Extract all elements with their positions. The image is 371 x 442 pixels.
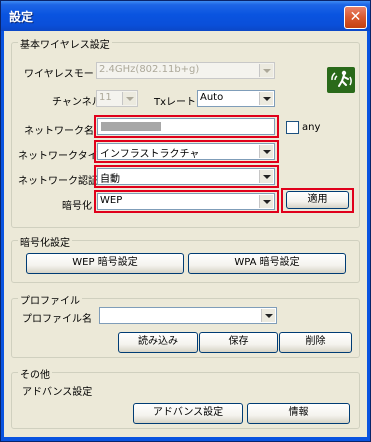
any-label: any (302, 122, 321, 133)
advanced-settings-label: アドバンス設定 (22, 387, 93, 398)
chevron-down-icon (259, 64, 273, 77)
chevron-down-icon (122, 92, 136, 105)
network-type-value: インフラストラクチャ (100, 149, 200, 160)
channel-label: チャンネル (52, 97, 102, 108)
encryption-settings-group: 暗号化設定 WEP 暗号設定 WPA 暗号設定 (11, 234, 360, 283)
close-button[interactable]: ✕ (344, 6, 367, 29)
chevron-down-icon[interactable] (261, 309, 275, 322)
tx-rate-value: Auto (200, 92, 224, 103)
info-button[interactable]: 情報 (247, 403, 350, 424)
load-profile-button[interactable]: 読み込み (118, 332, 198, 353)
network-type-select[interactable]: インフラストラクチャ (97, 143, 275, 160)
profile-group: プロファイル プロファイル名 読み込み 保存 削除 (11, 292, 360, 358)
wpa-settings-button[interactable]: WPA 暗号設定 (188, 253, 346, 274)
network-name-input[interactable] (97, 118, 275, 135)
title-bar[interactable]: 設定 ✕ (1, 1, 370, 31)
channel-select: 11 (96, 90, 138, 107)
network-auth-value: 自動 (100, 174, 120, 185)
basic-wireless-legend: 基本ワイヤレス設定 (18, 36, 112, 51)
settings-window: 設定 ✕ 基本ワイヤレス設定 ワイヤレスモード 2.4GHz(802.11b+g… (0, 0, 371, 442)
network-name-label: ネットワーク名 (24, 126, 94, 137)
encryption-label: 暗号化 (62, 201, 92, 212)
network-name-redacted (101, 122, 161, 131)
wireless-mode-select: 2.4GHz(802.11b+g) (96, 62, 275, 79)
apply-button[interactable]: 適用 (286, 191, 349, 209)
chevron-down-icon[interactable] (259, 145, 273, 158)
window-title: 設定 (9, 10, 34, 24)
channel-value: 11 (99, 92, 112, 103)
network-auth-label: ネットワーク認証 (18, 176, 98, 187)
chevron-down-icon[interactable] (259, 92, 273, 105)
encryption-select[interactable]: WEP (97, 193, 275, 210)
wep-settings-button[interactable]: WEP 暗号設定 (26, 253, 184, 274)
any-checkbox[interactable] (286, 121, 299, 134)
tx-rate-label: Txレート (154, 97, 197, 108)
tx-rate-select[interactable]: Auto (197, 90, 275, 107)
basic-wireless-group: 基本ワイヤレス設定 ワイヤレスモード 2.4GHz(802.11b+g) チャン… (11, 36, 360, 228)
chevron-down-icon[interactable] (259, 195, 273, 208)
chevron-down-icon[interactable] (259, 170, 273, 183)
dialog-client: 基本ワイヤレス設定 ワイヤレスモード 2.4GHz(802.11b+g) チャン… (4, 31, 367, 437)
encryption-settings-legend: 暗号化設定 (18, 234, 72, 249)
other-legend: その他 (18, 366, 52, 381)
other-group: その他 アドバンス設定 アドバンス設定 情報 (11, 366, 360, 429)
profile-legend: プロファイル (18, 292, 82, 307)
close-icon: ✕ (349, 9, 362, 25)
wireless-mode-value: 2.4GHz(802.11b+g) (99, 64, 200, 75)
delete-profile-button[interactable]: 削除 (279, 332, 352, 353)
save-profile-button[interactable]: 保存 (199, 332, 278, 353)
wireless-mode-label: ワイヤレスモード (24, 69, 104, 80)
encryption-value: WEP (100, 195, 123, 206)
network-auth-select[interactable]: 自動 (97, 168, 275, 185)
profile-name-label: プロファイル名 (22, 314, 92, 325)
network-type-label: ネットワークタイプ (18, 151, 108, 162)
wireless-signal-icon (327, 67, 355, 93)
profile-name-select[interactable] (99, 307, 277, 324)
advanced-settings-button[interactable]: アドバンス設定 (133, 403, 243, 424)
